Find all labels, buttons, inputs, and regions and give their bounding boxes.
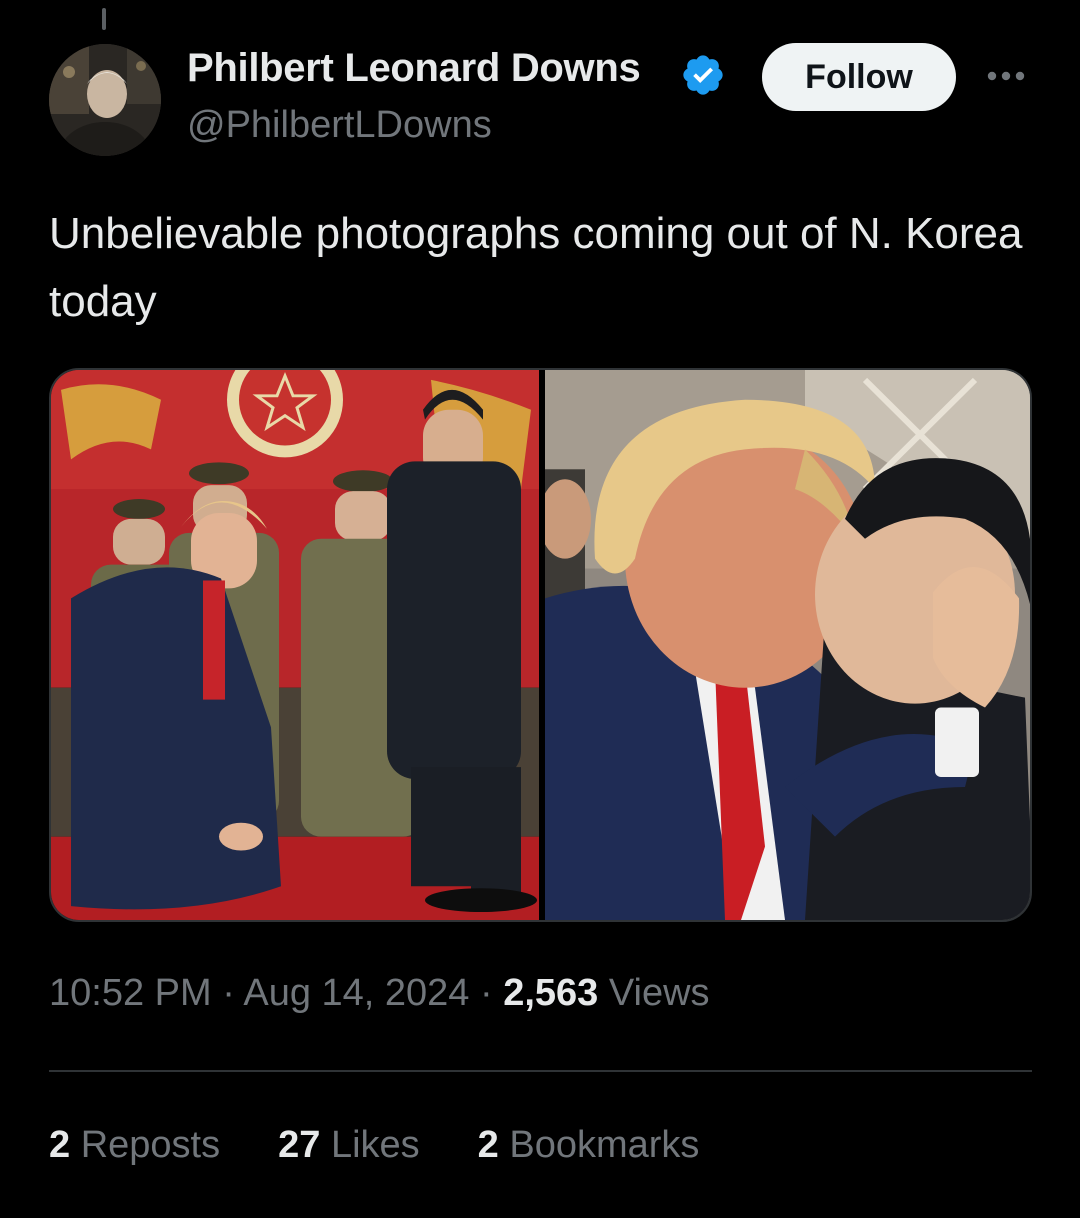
bookmarks-stat[interactable]: 2 Bookmarks: [478, 1124, 700, 1167]
photo-2-illustration: [545, 370, 1030, 920]
views-count: 2,563: [503, 972, 599, 1014]
bookmarks-label: Bookmarks: [509, 1124, 700, 1166]
follow-button[interactable]: Follow: [762, 43, 956, 111]
thread-connector-line: [102, 8, 106, 30]
reposts-label: Reposts: [80, 1124, 221, 1166]
media-grid: [49, 368, 1032, 922]
tweet-date[interactable]: Aug 14, 2024: [243, 972, 469, 1014]
author-handle[interactable]: @PhilbertLDowns: [187, 104, 492, 147]
bookmarks-count: 2: [477, 1124, 499, 1166]
tweet-text: Unbelievable photographs coming out of N…: [49, 209, 1023, 326]
photo-1-illustration: [51, 370, 539, 920]
likes-label: Likes: [330, 1124, 420, 1166]
reposts-count: 2: [49, 1124, 71, 1166]
likes-count: 27: [278, 1124, 321, 1166]
more-options-icon[interactable]: [984, 64, 1028, 88]
engagement-stats: 2 Reposts 27 Likes 2 Bookmarks: [49, 1124, 757, 1167]
verified-badge-icon: [683, 55, 723, 95]
avatar[interactable]: [49, 44, 161, 156]
avatar-image: [49, 44, 161, 156]
reposts-stat[interactable]: 2 Reposts: [49, 1124, 220, 1167]
media-photo-1[interactable]: [51, 370, 539, 920]
meta-separator: ·: [222, 972, 235, 1014]
divider: [49, 1070, 1032, 1072]
likes-stat[interactable]: 27 Likes: [278, 1124, 420, 1167]
meta-separator: ·: [480, 972, 493, 1014]
author-display-name[interactable]: Philbert Leonard Downs: [187, 46, 641, 91]
tweet-time[interactable]: 10:52 PM: [49, 972, 212, 1014]
media-photo-2[interactable]: [545, 370, 1030, 920]
tweet-metadata: 10:52 PM · Aug 14, 2024 · 2,563 Views: [49, 972, 710, 1015]
views-label: Views: [608, 972, 710, 1014]
